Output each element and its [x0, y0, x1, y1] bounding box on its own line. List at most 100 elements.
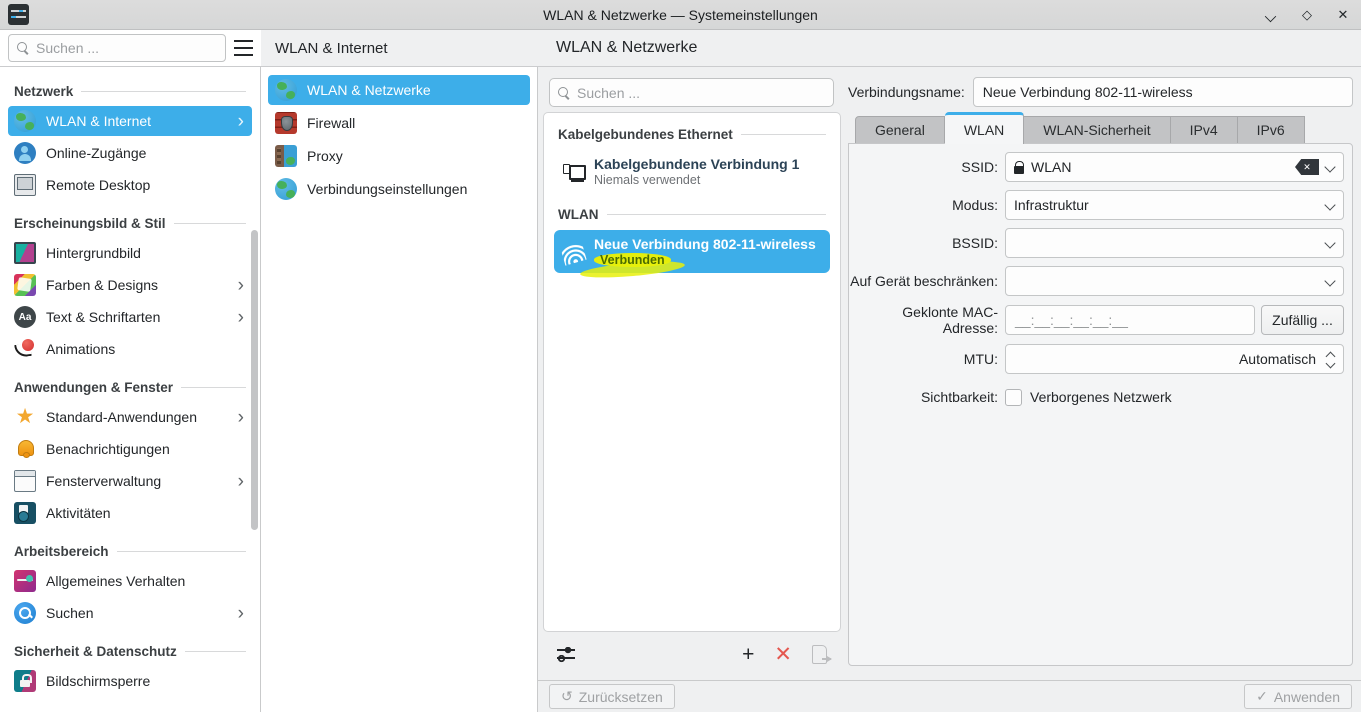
editor-tab[interactable]: IPv4: [1171, 116, 1238, 144]
connection-item[interactable]: Kabelgebundene Verbindung 1 Niemals verw…: [554, 150, 830, 193]
editor-tab[interactable]: WLAN: [945, 112, 1024, 144]
sidebar-item[interactable]: Animations: [8, 334, 252, 364]
mtu-value: Automatisch: [1239, 351, 1316, 367]
editor-tab-label: IPv4: [1190, 122, 1218, 138]
restrict-device-label: Auf Gerät beschränken:: [849, 273, 1005, 289]
sidebar-item[interactable]: Benachrichtigungen: [8, 434, 252, 464]
window-title: WLAN & Netzwerke — Systemeinstellungen: [0, 7, 1361, 23]
editor-tab[interactable]: WLAN-Sicherheit: [1024, 116, 1170, 144]
sidebar-item[interactable]: Standard-Anwendungen ›: [8, 402, 252, 432]
sidebar-search-input[interactable]: Suchen ...: [8, 34, 226, 62]
editor-tab-label: WLAN-Sicherheit: [1043, 122, 1150, 138]
restrict-device-dropdown[interactable]: [1005, 266, 1344, 296]
undo-icon: ↺: [561, 688, 573, 705]
sidebar-item[interactable]: Text & Schriftarten ›: [8, 302, 252, 332]
editor-tabs: General WLAN WLAN-Sicherheit IPv4 IPv6: [848, 112, 1305, 144]
connections-toolbar: + ✕: [543, 636, 841, 672]
sidebar-header: Suchen ...: [0, 30, 261, 66]
lock-icon: [1014, 166, 1024, 174]
wlan-tab-content: SSID: WLAN ✕ Modus: Infrastruktur BSSID:: [848, 143, 1353, 666]
subcategory-item-label: Proxy: [307, 148, 343, 164]
sidebar-section-title: Anwendungen & Fenster: [14, 376, 246, 398]
mtu-spinbox[interactable]: Automatisch: [1005, 344, 1344, 374]
connection-item[interactable]: Neue Verbindung 802-11-wireless Verbunde…: [554, 230, 830, 273]
page-title: WLAN & Netzwerke: [556, 30, 697, 66]
sidebar: Netzwerk WLAN & Internet › Online-Zugäng…: [0, 67, 261, 712]
sidebar-item[interactable]: Fensterverwaltung ›: [8, 466, 252, 496]
spinner-arrows[interactable]: [1327, 350, 1335, 369]
subcategory-item[interactable]: WLAN & Netzwerke: [268, 75, 530, 105]
app-icon: [8, 4, 29, 25]
subcategory-item[interactable]: Verbindungseinstellungen: [268, 174, 530, 204]
minimize-button[interactable]: [1263, 7, 1279, 23]
minimize-icon: [1266, 10, 1276, 20]
chevron-down-icon: [1326, 201, 1335, 210]
hamburger-menu-icon[interactable]: [233, 38, 255, 58]
maximize-button[interactable]: ◇: [1299, 7, 1315, 23]
subcategory-item-label: WLAN & Netzwerke: [307, 82, 431, 98]
sidebar-item-icon: [14, 174, 36, 196]
sidebar-item-label: Benachrichtigungen: [46, 441, 234, 457]
sidebar-item-label: Animations: [46, 341, 234, 357]
chevron-right-icon: ›: [238, 112, 246, 131]
connection-item-title: Neue Verbindung 802-11-wireless: [594, 236, 816, 252]
search-icon: [558, 87, 570, 99]
sidebar-item-label: Fensterverwaltung: [46, 473, 228, 489]
sidebar-item-label: Standard-Anwendungen: [46, 409, 228, 425]
bssid-combobox[interactable]: [1005, 228, 1344, 258]
titlebar: WLAN & Netzwerke — Systemeinstellungen ◇…: [0, 0, 1361, 30]
add-connection-button[interactable]: +: [742, 644, 754, 665]
sidebar-item-icon: [14, 570, 36, 592]
sidebar-section-title: Erscheinungsbild & Stil: [14, 212, 246, 234]
mode-value: Infrastruktur: [1014, 197, 1089, 213]
ssid-value: WLAN: [1031, 159, 1071, 175]
sidebar-section-title: Netzwerk: [14, 80, 246, 102]
sidebar-item[interactable]: WLAN & Internet ›: [8, 106, 252, 136]
sidebar-item-icon: [14, 306, 36, 328]
sidebar-item-label: Online-Zugänge: [46, 145, 234, 161]
sidebar-item-label: Remote Desktop: [46, 177, 234, 193]
connection-item-status: Verbunden: [594, 253, 671, 267]
sidebar-scrollbar[interactable]: [251, 230, 258, 530]
subcategory-item[interactable]: Proxy: [268, 141, 530, 171]
sidebar-item[interactable]: Hintergrundbild: [8, 238, 252, 268]
sidebar-item-label: Farben & Designs: [46, 277, 228, 293]
sidebar-item[interactable]: Suchen ›: [8, 598, 252, 628]
sidebar-item[interactable]: Bildschirmsperre: [8, 666, 252, 696]
cloned-mac-input[interactable]: __:__:__:__:__:__: [1005, 305, 1255, 335]
connection-group: Kabelgebundenes Ethernet Kabelgebundene …: [554, 127, 830, 193]
sidebar-item[interactable]: Farben & Designs ›: [8, 270, 252, 300]
subcategory-item-icon: [275, 79, 297, 101]
random-mac-button[interactable]: Zufällig ...: [1261, 305, 1344, 335]
sidebar-item-icon: [14, 338, 36, 360]
ssid-label: SSID:: [849, 159, 1005, 175]
apply-button[interactable]: ✓ Anwenden: [1244, 684, 1352, 709]
delete-connection-button[interactable]: ✕: [774, 644, 792, 665]
sidebar-item-icon: [14, 602, 36, 624]
sidebar-item[interactable]: Online-Zugänge: [8, 138, 252, 168]
sidebar-item[interactable]: Aktivitäten: [8, 498, 252, 528]
sidebar-section-title: Arbeitsbereich: [14, 540, 246, 562]
subcategory-list: WLAN & Netzwerke Firewall Proxy Verbindu…: [261, 67, 538, 712]
mode-dropdown[interactable]: Infrastruktur: [1005, 190, 1344, 220]
hidden-network-checkbox[interactable]: [1005, 389, 1022, 406]
sidebar-section: Netzwerk WLAN & Internet › Online-Zugäng…: [0, 80, 260, 200]
ssid-combobox[interactable]: WLAN ✕: [1005, 152, 1344, 182]
export-connection-icon[interactable]: [812, 645, 827, 664]
editor-tab[interactable]: IPv6: [1238, 116, 1305, 144]
connection-name-input[interactable]: Neue Verbindung 802-11-wireless: [973, 77, 1353, 107]
sidebar-section: Erscheinungsbild & Stil Hintergrundbild …: [0, 212, 260, 364]
clear-text-icon[interactable]: ✕: [1295, 159, 1319, 175]
close-button[interactable]: ✕: [1335, 7, 1351, 23]
editor-tab[interactable]: General: [855, 116, 945, 144]
connections-search-input[interactable]: Suchen ...: [549, 78, 834, 107]
configure-connections-icon[interactable]: [557, 644, 577, 664]
sidebar-item-label: Aktivitäten: [46, 505, 234, 521]
subcategory-item[interactable]: Firewall: [268, 108, 530, 138]
cloned-mac-label: Geklonte MAC-Adresse:: [849, 304, 1005, 336]
reset-button[interactable]: ↺ Zurücksetzen: [549, 684, 675, 709]
sidebar-item[interactable]: Allgemeines Verhalten: [8, 566, 252, 596]
column2-title: WLAN & Internet: [275, 30, 388, 66]
sidebar-item-label: Text & Schriftarten: [46, 309, 228, 325]
sidebar-item[interactable]: Remote Desktop: [8, 170, 252, 200]
